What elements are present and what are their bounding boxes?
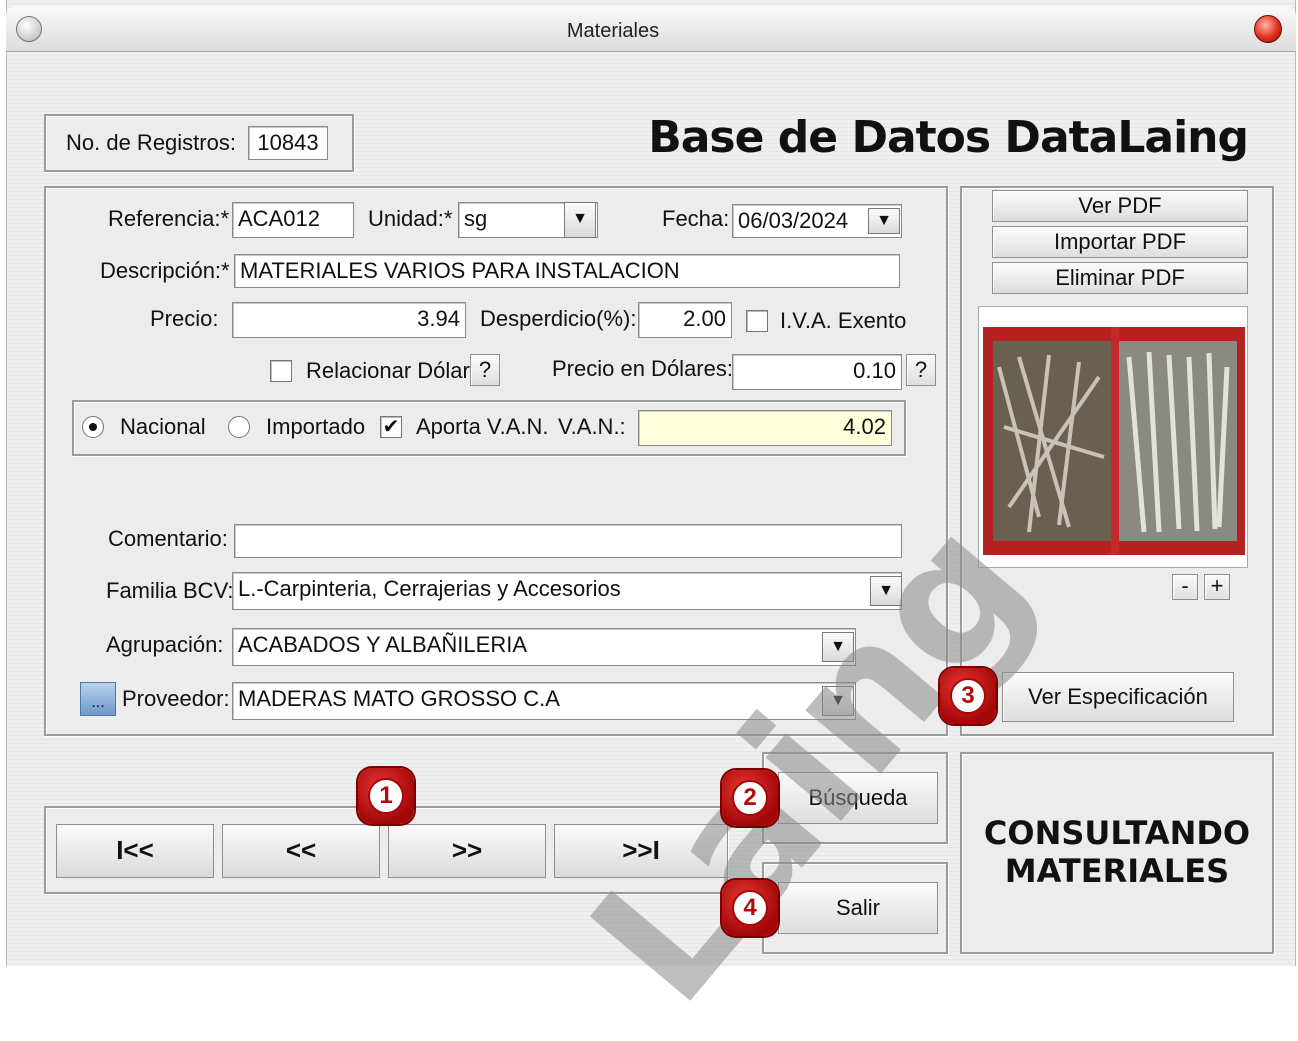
app-title: Base de Datos DataLaing [648, 112, 1249, 163]
records-box: No. de Registros: 10843 [44, 114, 354, 172]
van-label: V.A.N.: [558, 414, 626, 439]
iva-exento-checkbox[interactable] [746, 310, 768, 332]
familia-select[interactable]: L.-Carpinteria, Cerrajerias y Accesorios [232, 572, 902, 610]
relacionar-help-button[interactable]: ? [470, 354, 500, 386]
status-box: CONSULTANDO MATERIALES [960, 752, 1274, 954]
van-value: 4.02 [638, 410, 892, 446]
next-record-button[interactable]: >> [388, 824, 546, 878]
badge-number: 1 [368, 778, 404, 814]
window-title: Materiales [566, 20, 660, 42]
ver-pdf-button[interactable]: Ver PDF [992, 190, 1248, 222]
salir-button[interactable]: Salir [778, 882, 938, 934]
salir-group: Salir [762, 862, 948, 954]
unidad-dropdown-icon[interactable]: ▼ [564, 202, 596, 238]
step-badge-1: 1 [358, 768, 414, 824]
aporta-van-checkbox[interactable]: ✔ [380, 416, 402, 438]
title-bar: Materiales [6, 6, 1296, 52]
previous-record-button[interactable]: << [222, 824, 380, 878]
relacionar-dolar-checkbox[interactable] [270, 360, 292, 382]
zoom-out-button[interactable]: - [1172, 574, 1198, 600]
referencia-input[interactable]: ACA012 [232, 202, 354, 238]
desperdicio-label: Desperdicio(%): [480, 306, 637, 331]
familia-label: Familia BCV: [106, 578, 234, 603]
badge-number: 3 [950, 678, 986, 714]
nacional-label: Nacional [120, 414, 206, 439]
descripcion-input[interactable]: MATERIALES VARIOS PARA INSTALACION [234, 254, 900, 288]
step-badge-2: 2 [722, 770, 778, 826]
first-record-button[interactable]: I<< [56, 824, 214, 878]
screws-image [979, 307, 1247, 567]
iva-exento-label: I.V.A. Exento [780, 308, 907, 333]
badge-number: 4 [732, 890, 768, 926]
window-minimize-icon[interactable] [16, 16, 42, 42]
importar-pdf-button[interactable]: Importar PDF [992, 226, 1248, 258]
importado-label: Importado [266, 414, 366, 439]
precio-input[interactable]: 3.94 [232, 302, 466, 338]
proveedor-label: Proveedor: [122, 686, 230, 711]
comentario-label: Comentario: [108, 526, 228, 551]
origin-group: Nacional Importado ✔ Aporta V.A.N. V.A.N… [72, 400, 906, 456]
badge-number: 2 [732, 780, 768, 816]
pdf-panel: Ver PDF Importar PDF Eliminar PDF - + Ve… [960, 186, 1274, 736]
precio-dolares-help-button[interactable]: ? [906, 354, 936, 386]
ver-especificacion-button[interactable]: Ver Especificación [1002, 672, 1234, 722]
busqueda-button[interactable]: Búsqueda [778, 772, 938, 824]
eliminar-pdf-button[interactable]: Eliminar PDF [992, 262, 1248, 294]
busqueda-group: Búsqueda [762, 752, 948, 844]
agrupacion-select[interactable]: ACABADOS Y ALBAÑILERIA [232, 628, 856, 666]
proveedor-dropdown-icon[interactable]: ▼ [822, 686, 854, 716]
status-line-2: MATERIALES [1004, 852, 1230, 890]
agrupacion-dropdown-icon[interactable]: ▼ [822, 632, 854, 662]
zoom-in-button[interactable]: + [1204, 574, 1230, 600]
agrupacion-label: Agrupación: [106, 632, 224, 657]
descripcion-label: Descripción:* [100, 258, 230, 283]
records-count: 10843 [248, 126, 328, 160]
precio-label: Precio: [150, 306, 219, 331]
unidad-value: sg [464, 206, 488, 231]
proveedor-browse-button[interactable]: ... [80, 682, 116, 716]
window-close-icon[interactable] [1254, 15, 1282, 43]
proveedor-select[interactable]: MADERAS MATO GROSSO C.A [232, 682, 856, 720]
importado-radio[interactable] [228, 416, 250, 438]
step-badge-3: 3 [940, 668, 996, 724]
form-panel: Referencia:* ACA012 Unidad:* sg ▼ Fecha:… [44, 186, 948, 736]
step-badge-4: 4 [722, 880, 778, 936]
relacionar-dolar-label: Relacionar Dólar [306, 358, 470, 383]
referencia-label: Referencia:* [108, 206, 230, 231]
fecha-dropdown-icon[interactable]: ▼ [868, 208, 900, 234]
material-photo [978, 306, 1248, 568]
last-record-button[interactable]: >>I [554, 824, 728, 878]
nacional-radio[interactable] [82, 416, 104, 438]
precio-dolares-input[interactable]: 0.10 [732, 354, 902, 390]
unidad-label: Unidad:* [368, 206, 453, 231]
records-label: No. de Registros: [66, 130, 236, 155]
aporta-van-label: Aporta V.A.N. [416, 414, 549, 439]
fecha-label: Fecha: [662, 206, 730, 231]
desperdicio-input[interactable]: 2.00 [638, 302, 732, 338]
comentario-input[interactable] [234, 524, 902, 558]
precio-dolares-label: Precio en Dólares: [552, 356, 733, 381]
familia-dropdown-icon[interactable]: ▼ [870, 576, 902, 606]
status-line-1: CONSULTANDO [983, 814, 1251, 852]
